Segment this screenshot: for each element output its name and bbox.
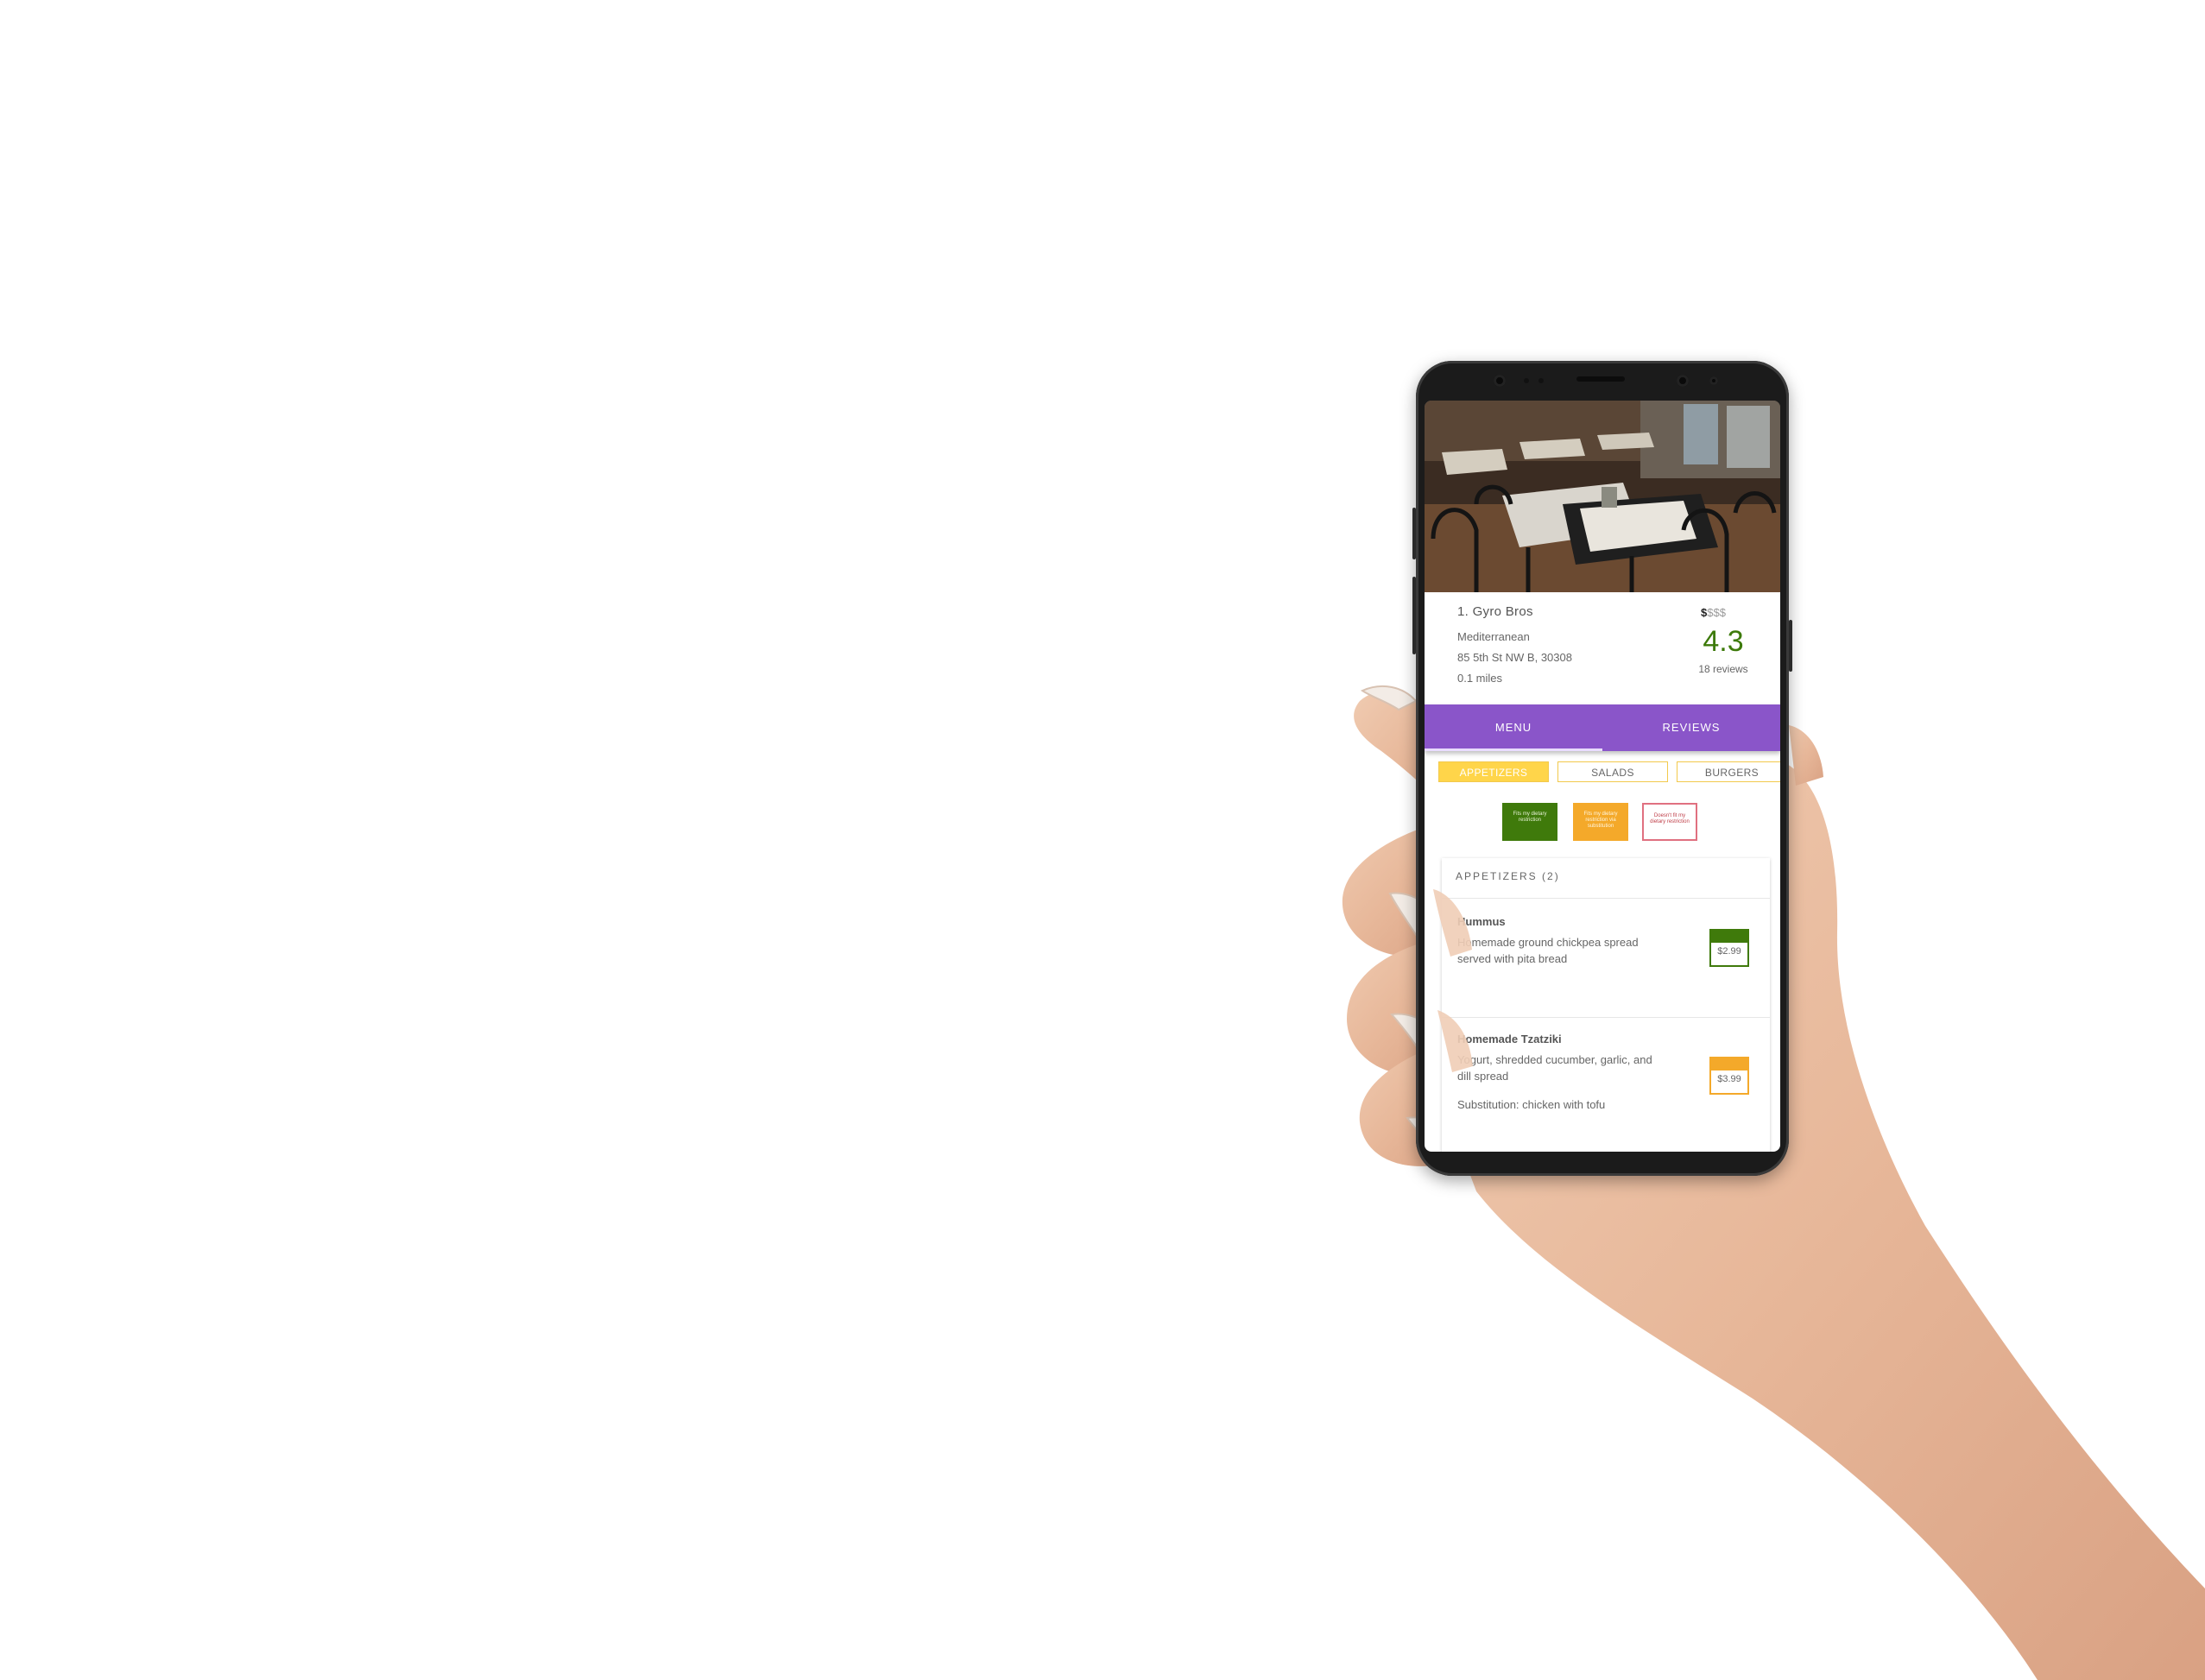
menu-item-price: $2.99 [1717, 946, 1741, 957]
app-screen: 1. Gyro Bros Mediterranean 85 5th St NW … [1425, 401, 1780, 1152]
volume-button [1412, 508, 1416, 559]
menu-item-description: Yogurt, shredded cucumber, garlic, and d… [1457, 1053, 1652, 1083]
divider [1442, 898, 1770, 899]
tab-reviews[interactable]: REVIEWS [1602, 704, 1780, 751]
hand-image [1342, 685, 2205, 1680]
menu-item-price: $3.99 [1717, 1074, 1741, 1084]
menu-item-substitution: Substitution: chicken with tofu [1457, 1098, 1606, 1111]
menu-item-description: Homemade ground chickpea spread served w… [1457, 936, 1639, 965]
review-count: 18 reviews [1698, 663, 1748, 675]
sensor-icon [1524, 378, 1529, 383]
sensor-icon [1709, 376, 1718, 385]
earpiece-speaker [1576, 376, 1625, 382]
tab-bar: MENU REVIEWS [1425, 704, 1780, 751]
legend-substitution: Fits my dietary restriction via substitu… [1573, 803, 1628, 841]
menu-item-name[interactable]: Hummus [1457, 915, 1506, 928]
menu-section-card: APPETIZERS (2) Hummus Homemade ground ch… [1442, 858, 1770, 1152]
restaurant-distance: 0.1 miles [1457, 672, 1503, 685]
iris-camera-icon [1677, 375, 1689, 387]
legend-fits: Fits my dietary restriction [1502, 803, 1557, 841]
restaurant-cuisine: Mediterranean [1457, 630, 1530, 643]
category-appetizers[interactable]: APPETIZERS [1438, 761, 1549, 782]
tab-menu[interactable]: MENU [1425, 704, 1602, 751]
restaurant-address: 85 5th St NW B, 30308 [1457, 651, 1572, 664]
restaurant-photo [1425, 401, 1780, 592]
restaurant-name: 1. Gyro Bros [1457, 604, 1533, 619]
rating-score: 4.3 [1703, 625, 1744, 658]
status-badge [1711, 1058, 1747, 1071]
menu-item-price-tag[interactable]: $2.99 [1709, 929, 1749, 967]
power-button [1789, 620, 1792, 672]
divider [1442, 1017, 1770, 1018]
restaurant-info: 1. Gyro Bros Mediterranean 85 5th St NW … [1425, 592, 1780, 704]
sensor-icon [1538, 378, 1544, 383]
menu-item-price-tag[interactable]: $3.99 [1709, 1057, 1749, 1095]
front-camera-icon [1494, 375, 1506, 387]
phone-device: 1. Gyro Bros Mediterranean 85 5th St NW … [1412, 361, 1792, 1176]
menu-section-title: APPETIZERS (2) [1456, 870, 1560, 882]
category-salads[interactable]: SALADS [1557, 761, 1668, 782]
legend-doesnt-fit: Doesn't fit my dietary restriction [1642, 803, 1697, 841]
price-level: $$$$ [1701, 606, 1726, 619]
volume-button [1412, 577, 1416, 654]
status-badge [1711, 931, 1747, 943]
menu-item-name[interactable]: Homemade Tzatziki [1457, 1033, 1562, 1045]
price-level-inactive: $$$ [1707, 606, 1726, 619]
category-burgers[interactable]: BURGERS [1677, 761, 1780, 782]
